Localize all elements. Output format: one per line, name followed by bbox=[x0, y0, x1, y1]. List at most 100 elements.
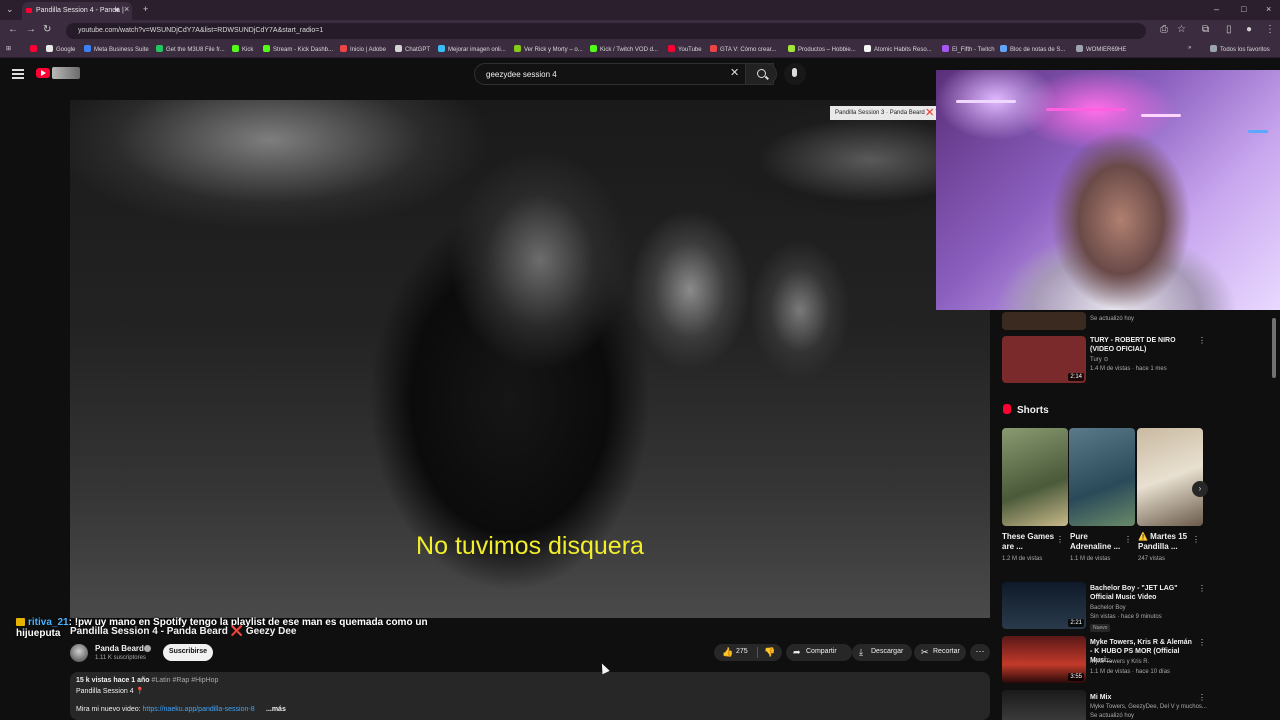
clip-button[interactable]: ✂ Recortar bbox=[914, 644, 966, 661]
recommendation-item[interactable]: 3:55 Myke Towers, Kris R & Alemán - K HU… bbox=[1002, 636, 1212, 684]
profile-icon[interactable]: ● bbox=[1246, 25, 1252, 35]
youtube-doodle[interactable] bbox=[52, 67, 80, 79]
bookmark-item[interactable]: Productos – Hobbie... bbox=[788, 45, 856, 53]
video-duration: 2:21 bbox=[1068, 619, 1084, 627]
more-options-icon[interactable]: ⋮ bbox=[1056, 535, 1064, 544]
short-thumbnail[interactable] bbox=[1069, 428, 1135, 526]
short-thumbnail[interactable] bbox=[1137, 428, 1203, 526]
bookmark-item[interactable]: ChatGPT bbox=[395, 45, 430, 53]
youtube-logo-icon[interactable] bbox=[36, 68, 50, 78]
recommendation-thumbnail[interactable] bbox=[1002, 690, 1086, 720]
more-options-icon[interactable]: ⋮ bbox=[1124, 535, 1132, 544]
sidepanel-icon[interactable]: ▯ bbox=[1226, 25, 1232, 35]
shorts-next-icon[interactable]: › bbox=[1192, 481, 1208, 497]
reload-icon[interactable]: ↻ bbox=[43, 25, 51, 35]
recommendation-title[interactable]: Bachelor Boy - "JET LAG" Official Music … bbox=[1090, 584, 1194, 602]
close-window-icon[interactable]: × bbox=[1266, 4, 1271, 14]
recommendation-thumbnail[interactable]: 3:55 bbox=[1002, 636, 1086, 683]
clear-search-icon[interactable]: ✕ bbox=[730, 67, 739, 79]
recommendation-title[interactable]: TURY - ROBERT DE NIRO (VIDEO OFICIAL) bbox=[1090, 336, 1194, 354]
tab-audio-icon[interactable]: ◂ bbox=[114, 4, 119, 14]
recommendation-item[interactable]: Mi Mix Myke Towers, GeezyDee, Del V y mu… bbox=[1002, 690, 1212, 720]
recommendation-thumbnail[interactable]: 2:14 bbox=[1002, 336, 1086, 383]
bookmark-item[interactable]: Google bbox=[46, 45, 75, 53]
description-tags[interactable]: #Latin #Rap #HipHop bbox=[152, 677, 219, 684]
bookmark-item[interactable] bbox=[30, 45, 40, 53]
recommendation-channel[interactable]: Tury ⊙ bbox=[1090, 356, 1108, 363]
recommendation-item[interactable]: 2:21 Bachelor Boy - "JET LAG" Official M… bbox=[1002, 582, 1212, 632]
bookmark-item[interactable]: Meta Business Suite bbox=[84, 45, 149, 53]
back-icon[interactable]: ← bbox=[8, 25, 18, 35]
bookmark-item[interactable]: Ver Rick y Morty – o... bbox=[514, 45, 583, 53]
bookmark-item[interactable]: Bloc de notas de S... bbox=[1000, 45, 1065, 53]
maximize-icon[interactable]: □ bbox=[1241, 4, 1246, 14]
show-more-button[interactable]: ...más bbox=[266, 706, 286, 713]
recommendation-thumbnail[interactable] bbox=[1002, 312, 1086, 330]
tab-list-icon[interactable]: ⌄ bbox=[6, 4, 14, 14]
bookmark-item[interactable]: Kick bbox=[232, 45, 253, 53]
more-options-icon[interactable]: ⋮ bbox=[1192, 535, 1200, 544]
bookmark-item[interactable]: Mejorar imagen onli... bbox=[438, 45, 506, 53]
tab-close-icon[interactable]: × bbox=[124, 4, 129, 14]
like-count[interactable]: 275 bbox=[736, 648, 748, 655]
short-title[interactable]: Pure Adrenaline ... bbox=[1070, 532, 1128, 552]
more-options-icon[interactable]: ⋮ bbox=[1198, 336, 1206, 345]
bookmark-item[interactable]: WOMIER69HE bbox=[1076, 45, 1126, 53]
bookmark-item[interactable]: Inicio | Adobe bbox=[340, 45, 386, 53]
recommendation-title[interactable]: Mi Mix bbox=[1090, 693, 1194, 702]
next-video-pill[interactable]: Pandilla Session 3 · Panda Beard ❌ Y bbox=[830, 106, 940, 120]
install-icon[interactable]: ⎙ bbox=[1160, 25, 1168, 35]
more-options-icon[interactable]: ⋮ bbox=[1198, 584, 1206, 593]
extensions-icon[interactable]: ⧉ bbox=[1202, 25, 1209, 35]
apps-icon[interactable]: ⊞ bbox=[6, 45, 11, 52]
bookmark-item[interactable]: GTA V: Cómo crear... bbox=[710, 45, 776, 53]
description-link[interactable]: https://naeku.app/pandilla-session-8 bbox=[143, 706, 255, 713]
channel-name[interactable]: Panda Beard bbox=[95, 644, 144, 653]
kick-icon bbox=[263, 45, 270, 52]
bookmark-item[interactable]: El_Fifth - Twitch bbox=[942, 45, 995, 53]
recommendation-item[interactable]: 2:14 TURY - ROBERT DE NIRO (VIDEO OFICIA… bbox=[1002, 336, 1212, 386]
bookmark-item[interactable]: Get the M3U8 File fr... bbox=[156, 45, 225, 53]
short-title[interactable]: ⚠️ Martes 15 Pandilla ... bbox=[1138, 532, 1196, 552]
bookmark-item[interactable]: Kick / Twitch VOD d... bbox=[590, 45, 658, 53]
forward-icon[interactable]: → bbox=[26, 25, 36, 35]
voice-search-icon[interactable] bbox=[784, 63, 806, 85]
minimize-icon[interactable]: – bbox=[1214, 4, 1219, 14]
recommendation-item[interactable]: Se actualizó hoy bbox=[1002, 312, 1212, 332]
bookmark-item[interactable]: YouTube bbox=[668, 45, 702, 53]
recommendation-channel[interactable]: Myke Towers, GeezyDee, Del V y muchos... bbox=[1090, 704, 1207, 710]
more-options-icon[interactable]: ⋮ bbox=[1198, 638, 1206, 647]
share-button[interactable]: ➦ Compartir bbox=[786, 644, 852, 661]
browser-tab-bar: ⌄ Pandilla Session 4 - Panda | ◂ × + – □… bbox=[0, 0, 1280, 20]
channel-avatar[interactable] bbox=[70, 644, 88, 662]
short-thumbnail[interactable] bbox=[1002, 428, 1068, 526]
sidebar-scrollbar[interactable] bbox=[1272, 318, 1276, 378]
bookmark-item[interactable]: Atomic Habits Reso... bbox=[864, 45, 932, 53]
description-line: Pandilla Session 4 📍 bbox=[76, 688, 145, 695]
recommendation-channel[interactable]: Myke Towers y Kris R. bbox=[1090, 659, 1149, 665]
bookmarks-overflow-icon[interactable]: » bbox=[1188, 45, 1191, 51]
download-button[interactable]: ⤓ Descargar bbox=[852, 644, 912, 661]
like-icon[interactable]: 👍 bbox=[722, 647, 733, 657]
bookmark-star-icon[interactable]: ☆ bbox=[1177, 25, 1186, 35]
short-title[interactable]: These Games are ... bbox=[1002, 532, 1060, 552]
globe-icon bbox=[1076, 45, 1083, 52]
recommendation-thumbnail[interactable]: 2:21 bbox=[1002, 582, 1086, 629]
search-button[interactable] bbox=[745, 63, 777, 85]
description-box[interactable]: 15 k vistas hace 1 año #Latin #Rap #HipH… bbox=[70, 672, 990, 720]
dislike-icon[interactable]: 👎 bbox=[764, 647, 775, 657]
more-options-icon[interactable]: ⋮ bbox=[1198, 693, 1206, 702]
more-actions-icon[interactable]: ⋯ bbox=[970, 644, 990, 661]
all-bookmarks[interactable]: Todos los favoritos bbox=[1210, 45, 1270, 53]
search-input[interactable]: geezydee session 4 bbox=[474, 63, 774, 85]
recommendation-channel[interactable]: Bachelor Boy bbox=[1090, 605, 1126, 611]
new-tab-icon[interactable]: + bbox=[143, 4, 148, 14]
menu-kebab-icon[interactable]: ⋮ bbox=[1265, 25, 1275, 35]
address-bar[interactable]: youtube.com/watch?v=WSUNDjCdY7A&list=RDW… bbox=[66, 23, 1146, 39]
video-player[interactable]: No tuvimos disquera bbox=[70, 100, 990, 618]
menu-icon[interactable] bbox=[12, 69, 24, 79]
neon-sign bbox=[1046, 108, 1126, 111]
chat-badge-icon bbox=[16, 618, 25, 626]
subscribe-button[interactable]: Suscribirse bbox=[163, 644, 213, 661]
bookmark-item[interactable]: Stream - Kick Dashb... bbox=[263, 45, 333, 53]
